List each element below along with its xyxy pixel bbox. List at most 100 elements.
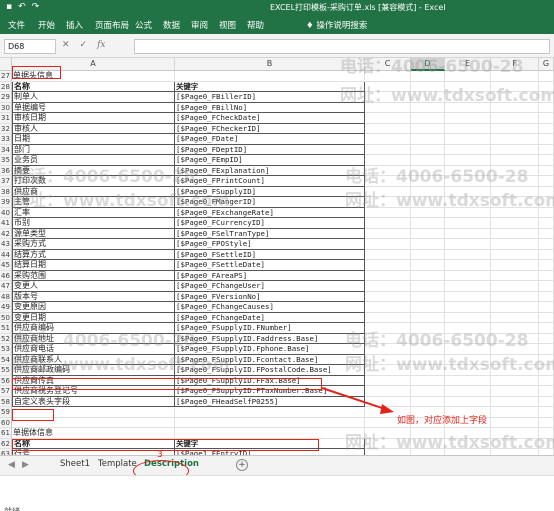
cell-b[interactable]: [$Page0_FSupplyID.Fcontact.Base] [175, 354, 365, 365]
cell-e[interactable] [445, 333, 491, 344]
cell-f[interactable] [491, 113, 539, 124]
tab-view[interactable]: 视图 [219, 19, 236, 31]
enter-icon[interactable]: ✓ [80, 40, 88, 50]
cell-g[interactable] [539, 71, 554, 82]
cell-d[interactable] [411, 218, 445, 229]
cell-c[interactable] [365, 186, 411, 197]
cell-g[interactable] [539, 291, 554, 302]
cell-f[interactable] [491, 354, 539, 365]
cell-b[interactable]: [$Page0_FCurrencyID] [175, 218, 365, 229]
cell-g[interactable] [539, 386, 554, 397]
cell-e[interactable] [445, 71, 491, 82]
row-number[interactable]: 35 [0, 155, 12, 166]
cell-b[interactable]: [$Page0_FDate] [175, 134, 365, 145]
row-number[interactable]: 61 [0, 428, 12, 439]
cell-e[interactable] [445, 270, 491, 281]
cell-c[interactable] [365, 81, 411, 92]
cell-f[interactable] [491, 438, 539, 449]
cell-d[interactable] [411, 323, 445, 334]
cell-a[interactable]: 供应商联系人 [12, 354, 175, 365]
cell-e[interactable] [445, 113, 491, 124]
cell-d[interactable] [411, 186, 445, 197]
cell-f[interactable] [491, 249, 539, 260]
tab-page-layout[interactable]: 页面布局 [95, 19, 129, 31]
row-number[interactable]: 40 [0, 207, 12, 218]
cell-e[interactable] [445, 365, 491, 376]
cell-c[interactable] [365, 260, 411, 271]
cell-f[interactable] [491, 92, 539, 103]
cancel-icon[interactable]: ✕ [62, 40, 70, 50]
cell-d[interactable] [411, 81, 445, 92]
row-number[interactable]: 42 [0, 228, 12, 239]
tab-help[interactable]: 帮助 [247, 19, 264, 31]
cell-f[interactable] [491, 102, 539, 113]
cell-a[interactable] [12, 407, 175, 418]
row-number[interactable]: 50 [0, 312, 12, 323]
cell-g[interactable] [539, 333, 554, 344]
tell-me-search[interactable]: ♦ 操作说明搜索 [306, 19, 367, 31]
cell-a[interactable]: 变更人 [12, 281, 175, 292]
row-number[interactable]: 32 [0, 123, 12, 134]
cell-g[interactable] [539, 270, 554, 281]
row-number[interactable]: 55 [0, 365, 12, 376]
column-header-d[interactable]: D [411, 58, 445, 71]
cell-a[interactable]: 供应商编码 [12, 323, 175, 334]
cell-a[interactable]: 单据体信息 [12, 428, 175, 439]
cell-e[interactable] [445, 438, 491, 449]
row-number[interactable]: 46 [0, 270, 12, 281]
cell-b[interactable]: [$Page0_FCheckDate] [175, 113, 365, 124]
cell-c[interactable] [365, 218, 411, 229]
row-number[interactable]: 36 [0, 165, 12, 176]
cell-d[interactable] [411, 270, 445, 281]
cell-g[interactable] [539, 92, 554, 103]
cell-f[interactable] [491, 428, 539, 439]
cell-c[interactable] [365, 176, 411, 187]
cell-d[interactable] [411, 113, 445, 124]
cell-d[interactable] [411, 197, 445, 208]
cell-g[interactable] [539, 407, 554, 418]
cell-g[interactable] [539, 354, 554, 365]
cell-e[interactable] [445, 302, 491, 313]
cell-f[interactable] [491, 186, 539, 197]
cell-f[interactable] [491, 134, 539, 145]
cell-a[interactable]: 制单人 [12, 92, 175, 103]
cell-b[interactable]: [$Page0_FCheckerID] [175, 123, 365, 134]
cell-b[interactable] [175, 417, 365, 428]
cell-d[interactable] [411, 428, 445, 439]
cell-e[interactable] [445, 218, 491, 229]
cell-c[interactable] [365, 239, 411, 250]
cell-f[interactable] [491, 417, 539, 428]
cell-f[interactable] [491, 155, 539, 166]
row-number[interactable]: 48 [0, 291, 12, 302]
cell-g[interactable] [539, 81, 554, 92]
cell-f[interactable] [491, 176, 539, 187]
cell-f[interactable] [491, 239, 539, 250]
cell-a[interactable]: 供应商地址 [12, 333, 175, 344]
cell-f[interactable] [491, 260, 539, 271]
cell-a[interactable]: 供应商传真 [12, 375, 175, 386]
cell-a[interactable]: 审核人 [12, 123, 175, 134]
row-number[interactable]: 57 [0, 386, 12, 397]
cell-g[interactable] [539, 344, 554, 355]
cell-c[interactable] [365, 134, 411, 145]
column-header-c[interactable]: C [365, 58, 411, 71]
row-number[interactable]: 54 [0, 354, 12, 365]
cell-d[interactable] [411, 176, 445, 187]
cell-e[interactable] [445, 155, 491, 166]
cell-b[interactable]: 关键字 [175, 81, 365, 92]
cell-e[interactable] [445, 428, 491, 439]
cell-f[interactable] [491, 218, 539, 229]
redo-icon[interactable]: ↷ [32, 2, 40, 12]
cell-f[interactable] [491, 291, 539, 302]
cell-b[interactable]: [$Page0_FSupplyID.FPostalCode.Base] [175, 365, 365, 376]
column-header-a[interactable]: A [12, 58, 175, 71]
cell-b[interactable]: [$Page0_FSettleID] [175, 249, 365, 260]
cell-a[interactable]: 主管 [12, 197, 175, 208]
cell-a[interactable]: 打印次数 [12, 176, 175, 187]
cell-f[interactable] [491, 197, 539, 208]
cell-f[interactable] [491, 323, 539, 334]
cell-e[interactable] [445, 281, 491, 292]
cell-d[interactable] [411, 102, 445, 113]
cell-e[interactable] [445, 207, 491, 218]
cell-d[interactable] [411, 333, 445, 344]
